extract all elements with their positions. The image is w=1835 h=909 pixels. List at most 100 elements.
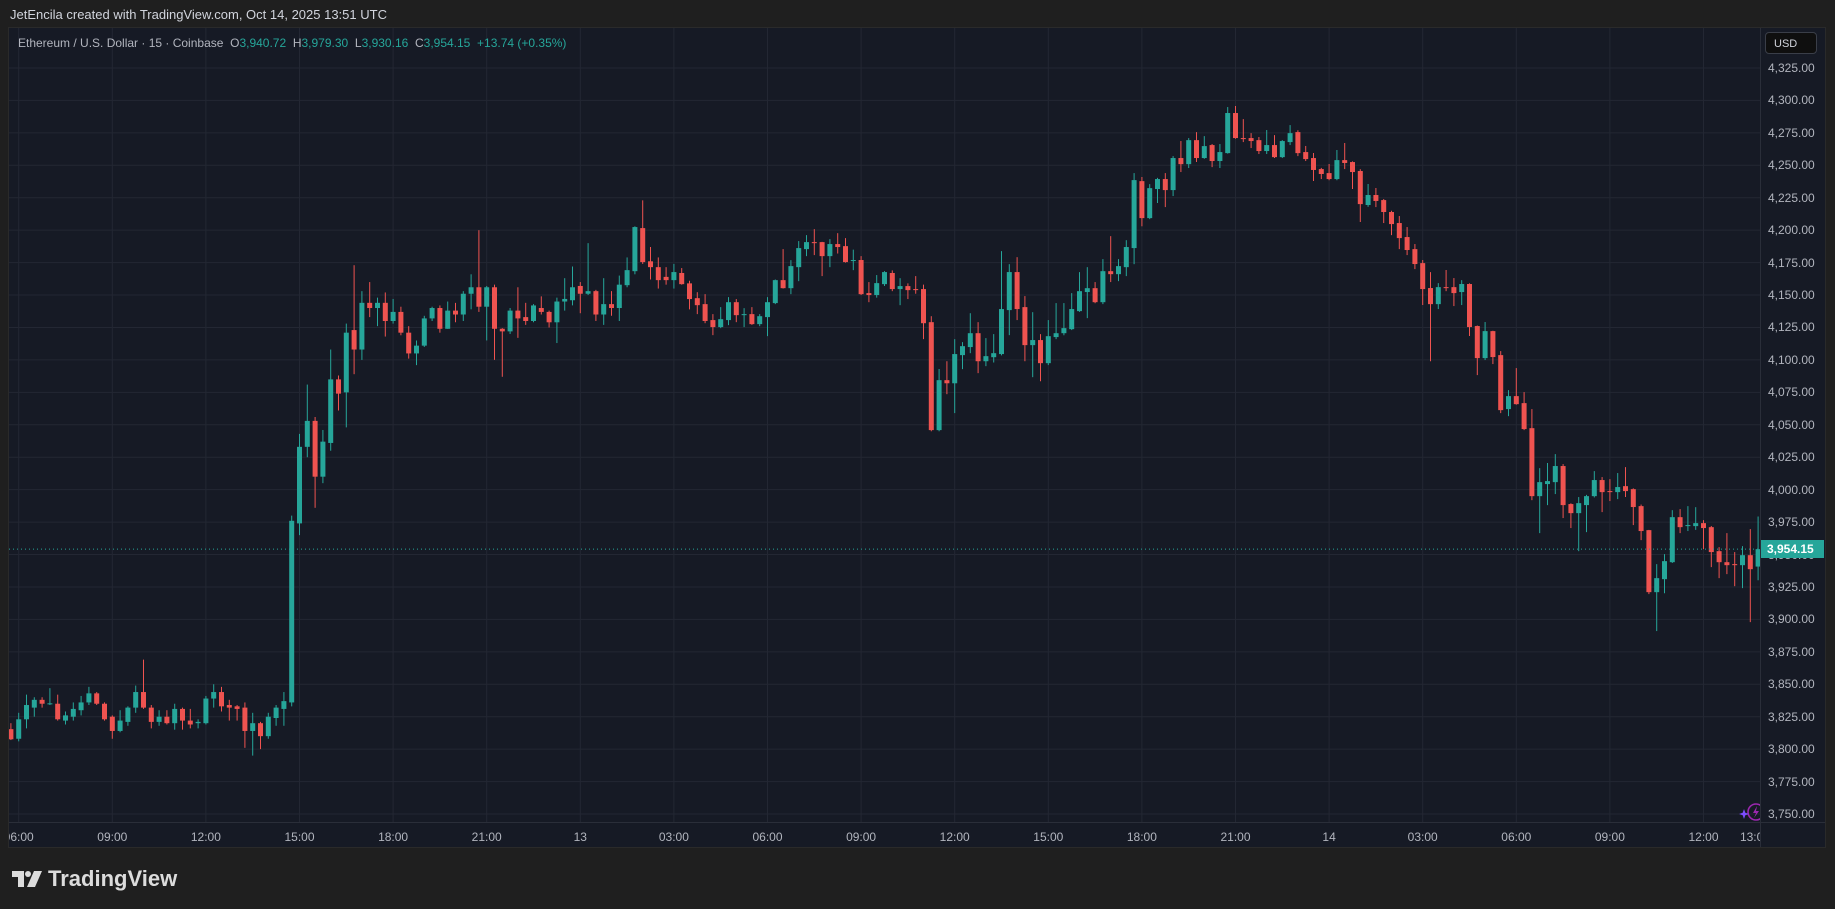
candle-up xyxy=(1740,546,1745,589)
candle-up xyxy=(1584,494,1589,533)
candle-body xyxy=(289,520,295,703)
time-tick-label: 06:00 xyxy=(752,830,783,844)
price-tick-label: 3,825.00 xyxy=(1768,709,1815,724)
candle-body xyxy=(1607,491,1613,493)
candle-body xyxy=(1194,140,1199,159)
candle-down xyxy=(843,238,848,263)
candle-down xyxy=(1490,330,1496,365)
candle-down xyxy=(1443,270,1449,292)
candle-body xyxy=(1506,396,1511,410)
candle-up xyxy=(562,278,568,311)
candle-down xyxy=(1747,529,1753,623)
candle-body xyxy=(1030,340,1036,346)
candle-down xyxy=(1396,216,1402,250)
candle-down xyxy=(9,723,14,741)
candle-up xyxy=(796,241,802,282)
candle-body xyxy=(1092,288,1098,303)
time-tick-label: 21:00 xyxy=(471,830,502,844)
time-tick-label: 12:00 xyxy=(939,830,970,844)
candle-body xyxy=(1248,138,1254,142)
candle-body xyxy=(928,322,934,431)
candle-up xyxy=(320,429,326,484)
price-tick-label: 4,100.00 xyxy=(1768,352,1815,367)
candle-body xyxy=(1576,503,1582,514)
candle-body xyxy=(882,272,887,285)
candle-body xyxy=(336,379,341,394)
candle-up xyxy=(1123,240,1129,277)
candle-up xyxy=(31,697,37,717)
candle-up xyxy=(967,313,973,354)
candle-up xyxy=(788,260,794,295)
candle-body xyxy=(655,267,661,281)
candle-up xyxy=(125,706,131,726)
candle-body xyxy=(1287,133,1293,143)
candle-up xyxy=(874,275,880,298)
candle-up xyxy=(1030,312,1036,378)
candle-up xyxy=(1131,173,1137,265)
candle-down xyxy=(749,307,755,325)
candle-body xyxy=(1623,486,1628,492)
candle-up xyxy=(375,297,380,327)
candle-body xyxy=(585,291,591,294)
candle-down xyxy=(1529,409,1535,501)
candle-down xyxy=(858,256,864,296)
candle-body xyxy=(195,721,201,724)
candle-down xyxy=(1646,529,1652,595)
candle-up xyxy=(882,271,887,286)
tradingview-logo[interactable]: TradingView xyxy=(12,866,177,892)
candle-up xyxy=(328,349,334,451)
candle-up xyxy=(1069,293,1075,331)
time-tick-label: 03:00 xyxy=(658,830,689,844)
candle-up xyxy=(1537,468,1543,534)
low-label: L xyxy=(354,36,362,50)
candle-body xyxy=(102,703,107,720)
candle-up xyxy=(273,705,279,726)
candle-body xyxy=(1646,530,1652,593)
change-value: +13.74 (+0.35%) xyxy=(477,36,567,50)
chart-panel[interactable]: Ethereum / U.S. Dollar · 15 · Coinbase O… xyxy=(8,27,1826,848)
candle-body xyxy=(78,702,84,711)
candle-body xyxy=(453,310,458,315)
candle-body xyxy=(1038,340,1043,364)
candle-down xyxy=(1451,278,1457,307)
candle-up xyxy=(281,692,287,726)
candle-down xyxy=(1108,236,1114,283)
candle-body xyxy=(148,707,154,722)
candle-body xyxy=(991,353,997,358)
symbol-title[interactable]: Ethereum / U.S. Dollar · 15 · Coinbase xyxy=(18,36,223,50)
price-tick-label: 3,750.00 xyxy=(1768,807,1815,821)
candlestick-chart[interactable] xyxy=(9,28,1760,822)
candle-body xyxy=(577,285,583,294)
currency-button[interactable]: USD xyxy=(1765,32,1817,54)
candle-body xyxy=(1451,287,1457,294)
candle-body xyxy=(1108,271,1114,275)
candle-body xyxy=(1591,480,1597,497)
candle-body xyxy=(1747,555,1753,570)
candle-down xyxy=(219,686,224,712)
candle-body xyxy=(1240,138,1246,140)
time-axis[interactable]: 06:00 09:00 12:00 15:00 18:00 21:00 13 03:00 06:… xyxy=(9,822,1760,847)
candle-down xyxy=(406,326,412,359)
candle-down xyxy=(367,282,373,318)
candle-down xyxy=(577,282,583,314)
candle-body xyxy=(343,332,349,393)
candle-body xyxy=(1233,113,1238,139)
candle-body xyxy=(1677,517,1683,528)
candle-body xyxy=(398,311,404,333)
candle-body xyxy=(1022,307,1028,346)
candle-down xyxy=(975,322,981,374)
candle-body xyxy=(515,310,521,319)
candle-body xyxy=(999,309,1004,355)
candle-down xyxy=(312,417,318,508)
candle-body xyxy=(819,242,825,257)
candle-down xyxy=(102,702,107,721)
candle-body xyxy=(913,289,919,291)
candle-body xyxy=(1474,326,1480,359)
price-axis[interactable]: 4,325.00 4,300.00 4,275.00 4,250.00 4,225.00… xyxy=(1760,28,1825,822)
candle-up xyxy=(1459,280,1465,306)
candle-body xyxy=(273,707,279,718)
candle-body xyxy=(827,244,833,257)
candle-body xyxy=(382,302,388,321)
candle-down xyxy=(226,699,232,721)
plot-area[interactable]: Ethereum / U.S. Dollar · 15 · Coinbase O… xyxy=(9,28,1760,822)
